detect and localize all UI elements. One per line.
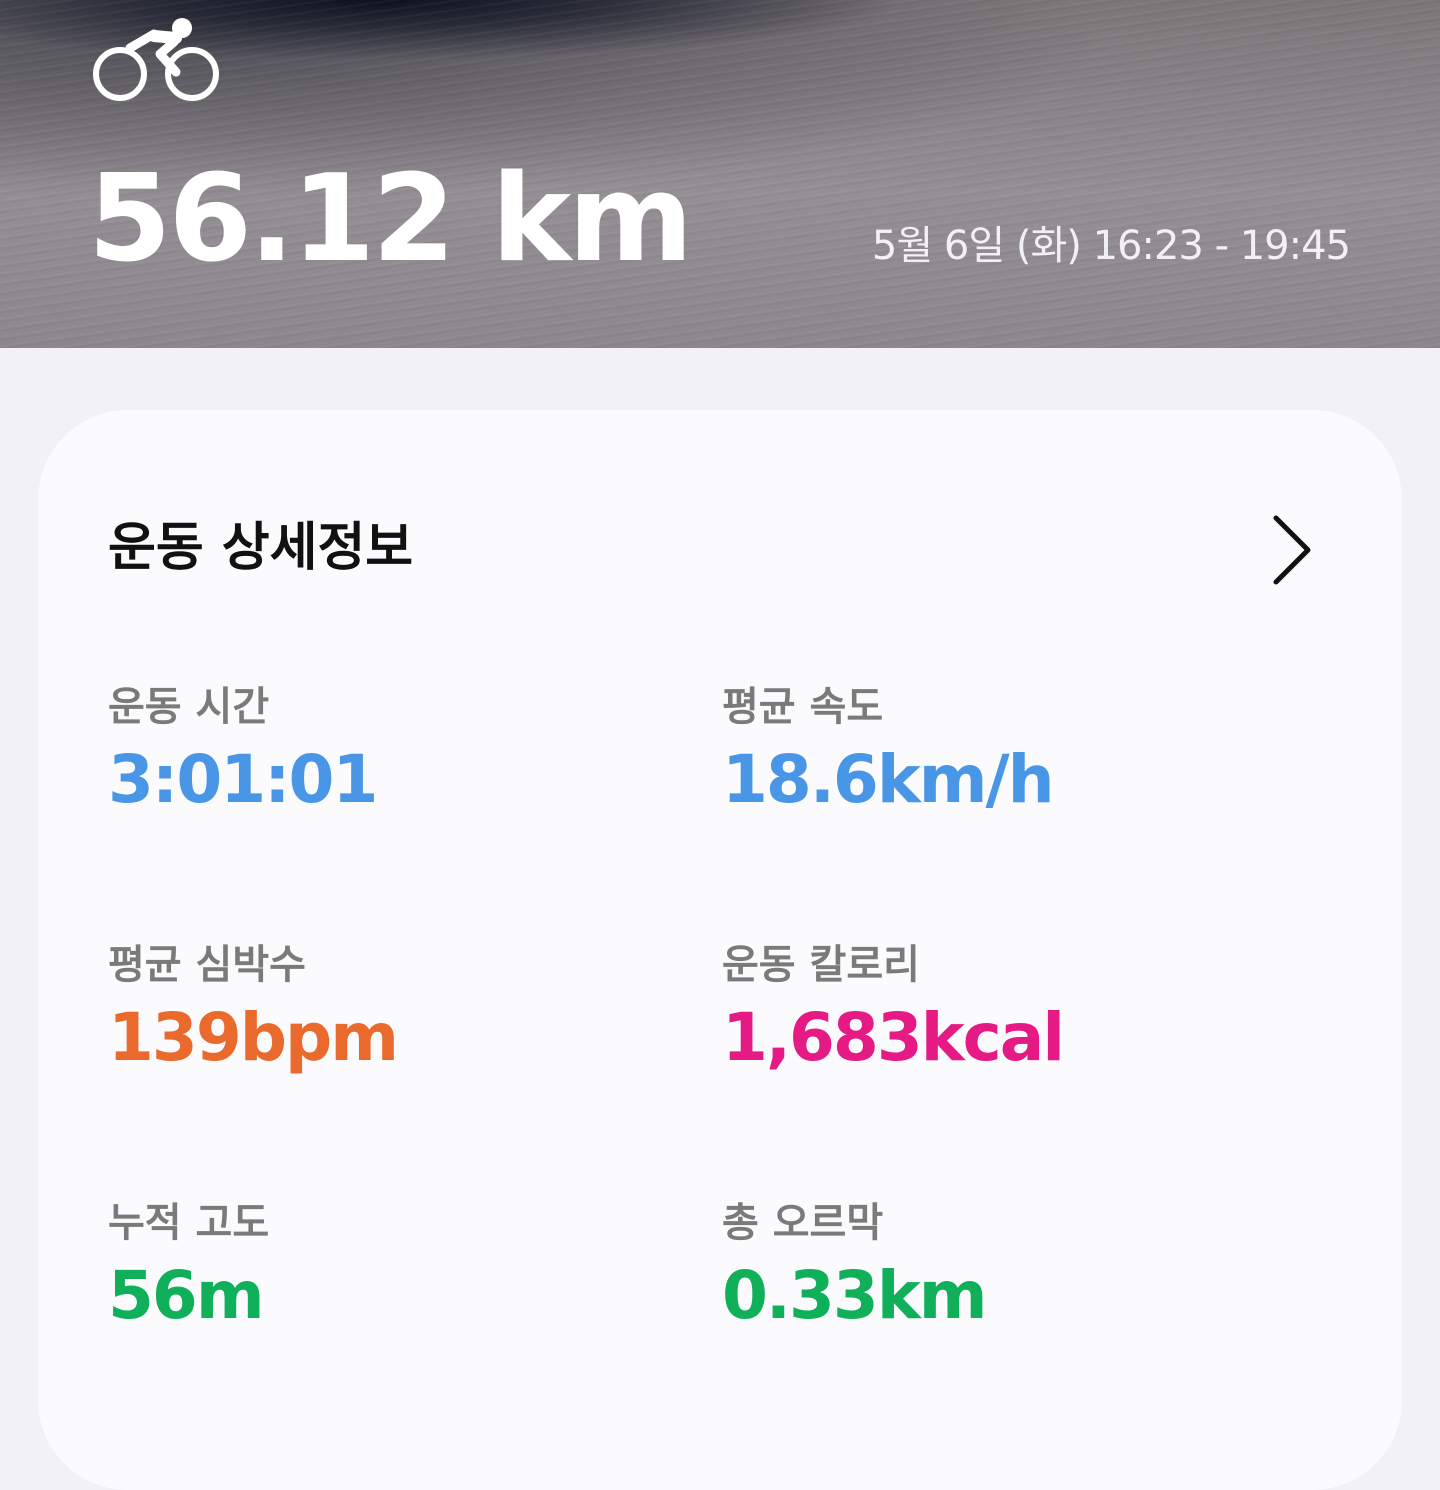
stat-label: 운동 칼로리: [722, 942, 920, 988]
stat-label: 운동 시간: [108, 684, 270, 730]
cycling-icon: [93, 18, 219, 101]
stat-label: 평균 심박수: [108, 942, 306, 988]
stat-value: 0.33km: [722, 1257, 988, 1334]
workout-datetime: 5월 6일 (화) 16:23 - 19:45: [871, 223, 1351, 269]
details-header[interactable]: 운동 상세정보: [108, 510, 1318, 590]
details-title: 운동 상세정보: [108, 518, 414, 578]
stat-value: 18.6km/h: [722, 741, 1055, 818]
stat-value: 3:01:01: [108, 741, 378, 818]
workout-details-card: 운동 상세정보 운동 시간 3:01:01 평균 속도 18.6km/h 평균 …: [38, 410, 1402, 1490]
stat-label: 누적 고도: [108, 1200, 270, 1246]
stat-value: 139bpm: [108, 999, 399, 1076]
stat-label: 평균 속도: [722, 684, 884, 730]
stat-label: 총 오르막: [722, 1200, 884, 1246]
stat-calories: 운동 칼로리 1,683kcal: [722, 940, 1282, 1078]
stat-average-heart-rate: 평균 심박수 139bpm: [108, 940, 668, 1078]
stat-value: 56m: [108, 1257, 265, 1334]
stat-cumulative-elevation: 누적 고도 56m: [108, 1198, 668, 1336]
stat-total-climb: 총 오르막 0.33km: [722, 1198, 1282, 1336]
stat-workout-time: 운동 시간 3:01:01: [108, 682, 668, 820]
stat-value: 1,683kcal: [722, 999, 1065, 1076]
stat-average-speed: 평균 속도 18.6km/h: [722, 682, 1282, 820]
total-distance: 56.12 km: [88, 150, 693, 289]
chevron-right-icon[interactable]: [1258, 510, 1318, 590]
workout-header: 56.12 km 5월 6일 (화) 16:23 - 19:45: [0, 0, 1440, 348]
